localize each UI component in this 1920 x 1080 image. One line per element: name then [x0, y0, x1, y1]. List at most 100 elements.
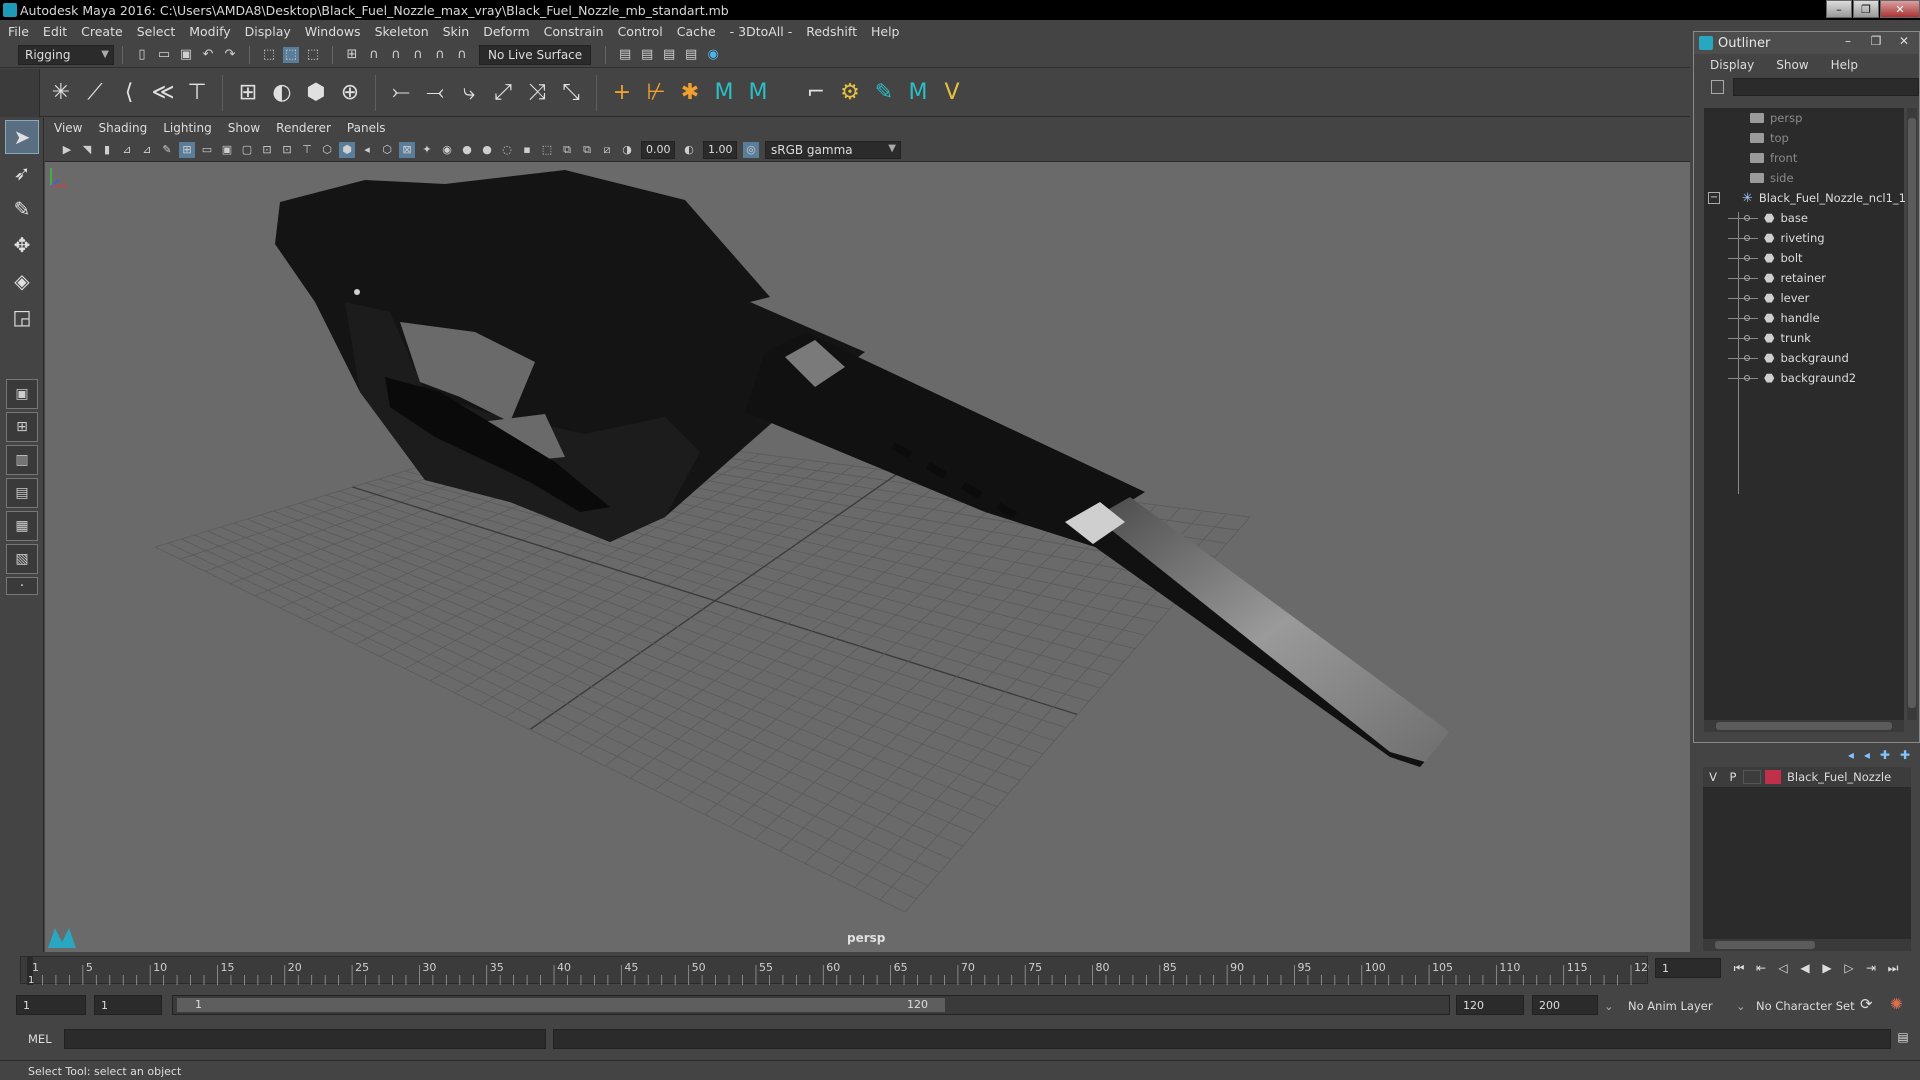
- snap-curve-icon[interactable]: ∩: [366, 47, 382, 63]
- xray-joints-icon[interactable]: ⧄: [599, 142, 615, 158]
- scrollbar-thumb[interactable]: [1716, 722, 1892, 730]
- outliner-item[interactable]: side: [1704, 168, 1904, 188]
- exposure-icon[interactable]: ◑: [619, 142, 635, 158]
- shadows-icon[interactable]: ◉: [439, 142, 455, 158]
- outliner-item[interactable]: ⬣ lever: [1704, 288, 1904, 308]
- smooth-shade-icon[interactable]: ⬢: [339, 141, 355, 158]
- blend-shape-icon[interactable]: ⊬: [641, 78, 671, 108]
- panel-menu-panels[interactable]: Panels: [347, 121, 386, 135]
- bind-skin-icon[interactable]: ⊞: [233, 78, 263, 108]
- panel-menu-renderer[interactable]: Renderer: [276, 121, 331, 135]
- animation-preferences-icon[interactable]: ✺: [1890, 995, 1903, 1013]
- panel-menu-shading[interactable]: Shading: [98, 121, 147, 135]
- range-bar-handle[interactable]: [177, 998, 945, 1012]
- undo-icon[interactable]: ↶: [200, 47, 216, 63]
- screen-space-ao-icon[interactable]: ●: [459, 142, 475, 158]
- create-joint-icon[interactable]: ✳: [46, 78, 76, 108]
- layer-display-type-toggle[interactable]: [1743, 770, 1761, 784]
- snap-view-icon[interactable]: ∩: [410, 47, 426, 63]
- new-layer-icon[interactable]: ✚: [1880, 748, 1890, 762]
- outliner-item[interactable]: ⬣ base: [1704, 208, 1904, 228]
- four-view-layout-icon[interactable]: ⊞: [6, 412, 38, 442]
- scrollbar-thumb[interactable]: [1715, 941, 1815, 949]
- outliner-menu-show[interactable]: Show: [1776, 58, 1808, 72]
- use-default-material-icon[interactable]: ◂: [359, 142, 375, 158]
- color-management-icon[interactable]: ◎: [743, 141, 759, 158]
- bookmark-icon[interactable]: ▮: [99, 142, 115, 158]
- single-perspective-layout-icon[interactable]: ▣: [6, 379, 38, 409]
- outliner-item[interactable]: ⬣ handle: [1704, 308, 1904, 328]
- chevron-down-icon[interactable]: ⌄: [1736, 999, 1746, 1013]
- exposure-field[interactable]: 0.00: [641, 140, 675, 159]
- orient-joint-icon[interactable]: ⊤: [182, 78, 212, 108]
- gamma-icon[interactable]: ◐: [681, 142, 697, 158]
- point-constraint-icon[interactable]: ⤚: [386, 78, 416, 108]
- snap-grid-icon[interactable]: ⊞: [344, 47, 360, 63]
- go-to-start-icon[interactable]: ⏮: [1728, 958, 1750, 978]
- pole-vector-icon[interactable]: ⤡: [556, 78, 586, 108]
- command-input[interactable]: [64, 1029, 546, 1049]
- curve-tool-icon[interactable]: ⌐: [801, 78, 831, 108]
- safe-title-icon[interactable]: ⊤: [299, 142, 315, 158]
- menu-3dtoall[interactable]: - 3DtoAll -: [730, 24, 793, 39]
- outliner-item[interactable]: ⬣ riveting: [1704, 228, 1904, 248]
- panel-menu-show[interactable]: Show: [228, 121, 260, 135]
- play-forwards-icon[interactable]: ▶: [1816, 958, 1838, 978]
- menu-constrain[interactable]: Constrain: [544, 24, 604, 39]
- menu-skeleton[interactable]: Skeleton: [375, 24, 429, 39]
- playback-start-field[interactable]: 1: [94, 995, 162, 1015]
- wire-deformer-icon[interactable]: ✱: [675, 78, 705, 108]
- scale-constraint-icon[interactable]: ⤢: [488, 78, 518, 108]
- open-scene-icon[interactable]: ▭: [156, 47, 172, 63]
- menu-skin[interactable]: Skin: [443, 24, 470, 39]
- render-frame-icon[interactable]: ▤: [617, 47, 633, 63]
- layer-horizontal-scrollbar[interactable]: [1703, 939, 1911, 951]
- outliner-item[interactable]: ⬣ retainer: [1704, 268, 1904, 288]
- ik-handle-icon[interactable]: ⟋: [80, 78, 110, 108]
- select-component-icon[interactable]: ⬚: [305, 47, 321, 63]
- refresh-icon[interactable]: [1711, 80, 1725, 94]
- menu-windows[interactable]: Windows: [305, 24, 361, 39]
- perspective-viewport[interactable]: persp: [45, 162, 1690, 952]
- move-layer-down-icon[interactable]: ◂: [1864, 748, 1870, 762]
- rotate-tool-icon[interactable]: ◈: [5, 264, 39, 298]
- menu-modify[interactable]: Modify: [189, 24, 230, 39]
- lattice-icon[interactable]: ⬢: [301, 78, 331, 108]
- script-editor-icon[interactable]: ▤: [1894, 1030, 1912, 1048]
- image-plane-icon[interactable]: ⊿: [119, 142, 135, 158]
- camera-attributes-icon[interactable]: ◥: [79, 142, 95, 158]
- select-object-icon[interactable]: ⬚: [283, 46, 299, 63]
- outliner-item[interactable]: ⬣ backgraund2: [1704, 368, 1904, 388]
- gate-mask-icon[interactable]: ▢: [239, 142, 255, 158]
- camera-icon[interactable]: ▶: [59, 142, 75, 158]
- shelf-tab-handle[interactable]: [0, 69, 40, 117]
- layer-row[interactable]: V P Black_Fuel_Nozzle: [1703, 767, 1911, 787]
- new-scene-icon[interactable]: ▯: [134, 47, 150, 63]
- menu-control[interactable]: Control: [618, 24, 663, 39]
- menu-display[interactable]: Display: [245, 24, 291, 39]
- auto-key-icon[interactable]: ⟳: [1860, 995, 1873, 1013]
- current-frame-field[interactable]: 1: [1655, 958, 1721, 978]
- scale-tool-icon[interactable]: ◲: [5, 300, 39, 334]
- human-ik-icon[interactable]: M: [903, 78, 933, 108]
- menu-cache[interactable]: Cache: [677, 24, 716, 39]
- skin-tool-icon[interactable]: ✎: [869, 78, 899, 108]
- render-settings-icon[interactable]: ▤: [661, 47, 677, 63]
- menu-create[interactable]: Create: [81, 24, 123, 39]
- select-tool-icon[interactable]: ➤: [5, 120, 39, 154]
- paint-weights-icon[interactable]: ◐: [267, 78, 297, 108]
- move-layer-up-icon[interactable]: ◂: [1848, 748, 1854, 762]
- layer-visibility-toggle[interactable]: V: [1703, 770, 1723, 784]
- menu-file[interactable]: File: [8, 24, 29, 39]
- hik-character-icon[interactable]: M: [743, 78, 773, 108]
- snap-point-icon[interactable]: ∩: [388, 47, 404, 63]
- textured-icon[interactable]: ⊠: [399, 141, 415, 158]
- outliner-item[interactable]: front: [1704, 148, 1904, 168]
- layer-color-swatch[interactable]: [1765, 770, 1781, 784]
- animation-start-field[interactable]: 1: [16, 995, 86, 1015]
- isolate-select-icon[interactable]: ⬚: [539, 142, 555, 158]
- grease-pencil-icon[interactable]: ✎: [159, 142, 175, 158]
- persp-graph-layout-icon[interactable]: ▤: [6, 478, 38, 508]
- expand-toolbox-icon[interactable]: ·: [6, 577, 38, 595]
- hypershade-layout-icon[interactable]: ▦: [6, 511, 38, 541]
